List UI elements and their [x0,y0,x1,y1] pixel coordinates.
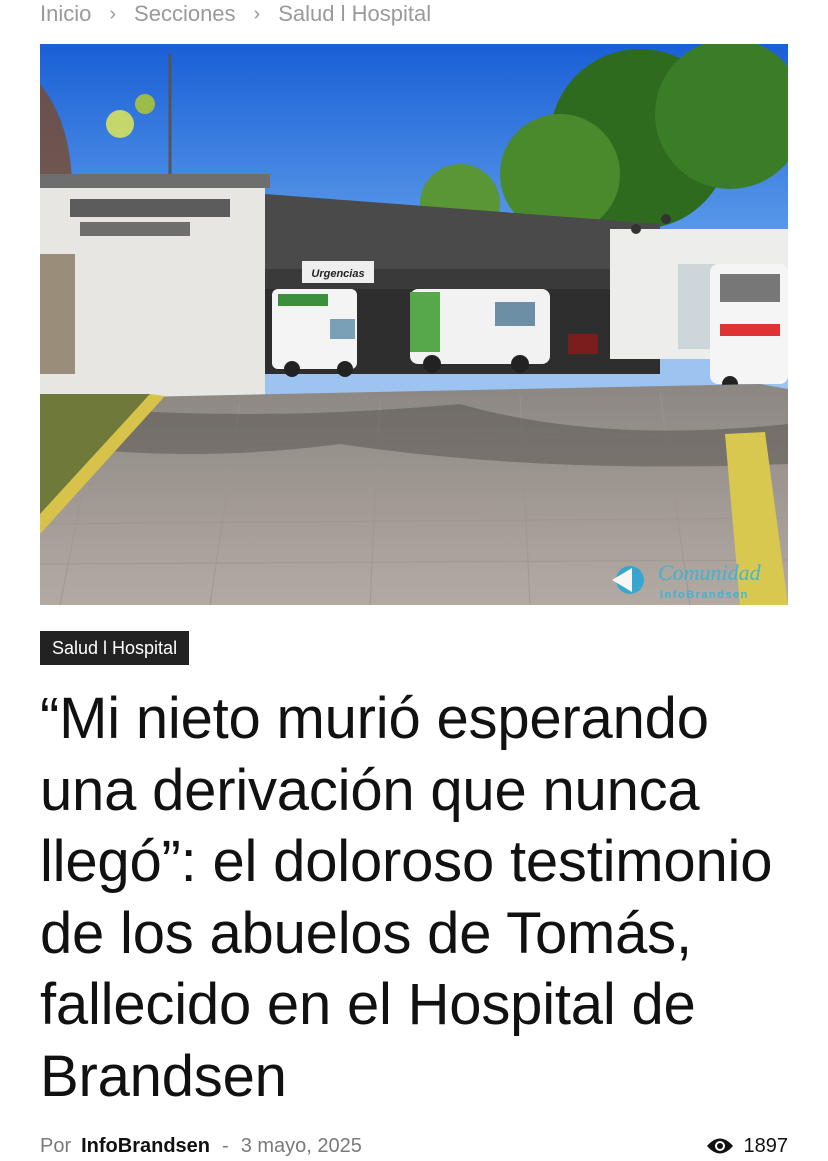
chevron-right-icon: › [253,2,261,25]
breadcrumb-category-link[interactable]: Salud l Hospital [278,1,431,27]
view-count-value: 1897 [743,1134,789,1157]
category-tag[interactable]: Salud l Hospital [40,631,190,665]
watermark-text: Comunidad [658,560,762,585]
by-label: Por [40,1134,72,1157]
publish-date: 3 mayo, 2025 [240,1134,362,1157]
breadcrumb-sections-link[interactable]: Secciones [134,1,236,27]
view-count: 1897 [706,1134,789,1158]
article-meta: Por InfoBrandsen - 3 mayo, 2025 1897 [40,1132,788,1160]
watermark-subtext: InfoBrandsen [660,589,749,601]
breadcrumb-home-link[interactable]: Inicio [40,1,91,27]
eye-icon [706,1138,733,1154]
chevron-right-icon: › [109,2,117,25]
article-title: “Mi nieto murió esperando una derivación… [40,686,773,1109]
urgencias-sign: Urgencias [311,268,364,280]
author-link[interactable]: InfoBrandsen [81,1135,210,1158]
date-separator: - [222,1134,229,1157]
featured-image: Urgencias Comunidad InfoBrandsen [40,44,788,605]
breadcrumb: Inicio › Secciones › Salud l Hospital [40,0,431,28]
